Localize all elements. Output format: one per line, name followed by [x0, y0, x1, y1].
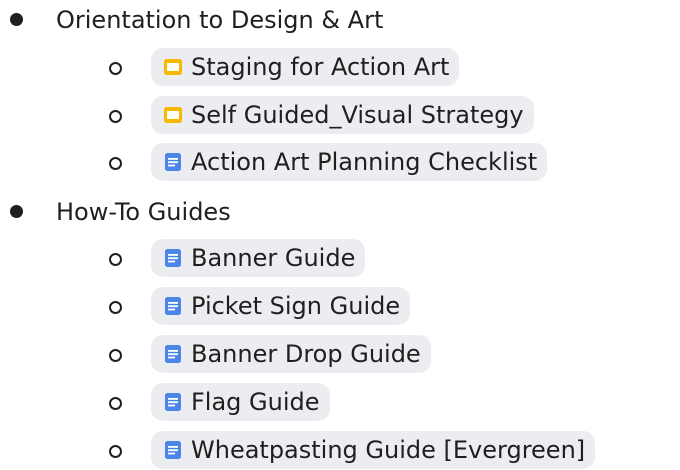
- file-chip-banner-guide[interactable]: Banner Guide: [151, 239, 366, 277]
- file-chip-banner-drop-guide[interactable]: Banner Drop Guide: [151, 335, 431, 373]
- doc-icon: [163, 392, 183, 412]
- file-chip-flag-guide[interactable]: Flag Guide: [151, 383, 330, 421]
- slides-icon: [163, 57, 183, 77]
- file-chip-label: Flag Guide: [191, 388, 320, 416]
- filled-bullet-icon: [10, 205, 23, 218]
- outline-item: Picket Sign Guide: [0, 287, 680, 325]
- file-chip-label: Staging for Action Art: [191, 53, 450, 81]
- doc-icon: [163, 344, 183, 364]
- filled-bullet-icon: [10, 13, 23, 26]
- outline-item: Wheatpasting Guide [Evergreen]: [0, 431, 680, 469]
- file-chip-label: Self Guided_Visual Strategy: [191, 101, 524, 129]
- hollow-bullet-icon: [109, 349, 122, 362]
- hollow-bullet-icon: [109, 301, 122, 314]
- hollow-bullet-icon: [109, 445, 122, 458]
- hollow-bullet-icon: [109, 397, 122, 410]
- doc-icon: [163, 248, 183, 268]
- hollow-bullet-icon: [109, 62, 122, 75]
- slides-icon: [163, 105, 183, 125]
- file-chip-picket-sign-guide[interactable]: Picket Sign Guide: [151, 287, 411, 325]
- topic-label: How-To Guides: [56, 198, 231, 226]
- outline-topic-orientation: Orientation to Design & Art: [0, 1, 680, 39]
- file-chip-label: Picket Sign Guide: [191, 292, 401, 320]
- doc-icon: [163, 296, 183, 316]
- file-chip-wheatpasting-guide[interactable]: Wheatpasting Guide [Evergreen]: [151, 431, 596, 469]
- file-chip-self-guided-visual-strategy[interactable]: Self Guided_Visual Strategy: [151, 96, 534, 134]
- hollow-bullet-icon: [109, 110, 122, 123]
- outline-item: Banner Drop Guide: [0, 335, 680, 373]
- topic-label: Orientation to Design & Art: [56, 6, 384, 34]
- outline-item: Action Art Planning Checklist: [0, 143, 680, 181]
- outline-item: Banner Guide: [0, 239, 680, 277]
- file-chip-label: Banner Guide: [191, 244, 356, 272]
- outline-item: Flag Guide: [0, 383, 680, 421]
- outline-item: Staging for Action Art: [0, 48, 680, 86]
- file-chip-action-art-planning-checklist[interactable]: Action Art Planning Checklist: [151, 143, 548, 181]
- file-chip-label: Banner Drop Guide: [191, 340, 421, 368]
- outline-item: Self Guided_Visual Strategy: [0, 96, 680, 134]
- doc-icon: [163, 152, 183, 172]
- outline-topic-how-to-guides: How-To Guides: [0, 193, 680, 231]
- hollow-bullet-icon: [109, 253, 122, 266]
- hollow-bullet-icon: [109, 157, 122, 170]
- file-chip-staging-for-action-art[interactable]: Staging for Action Art: [151, 48, 460, 86]
- doc-icon: [163, 440, 183, 460]
- file-chip-label: Action Art Planning Checklist: [191, 148, 538, 176]
- file-chip-label: Wheatpasting Guide [Evergreen]: [191, 436, 586, 464]
